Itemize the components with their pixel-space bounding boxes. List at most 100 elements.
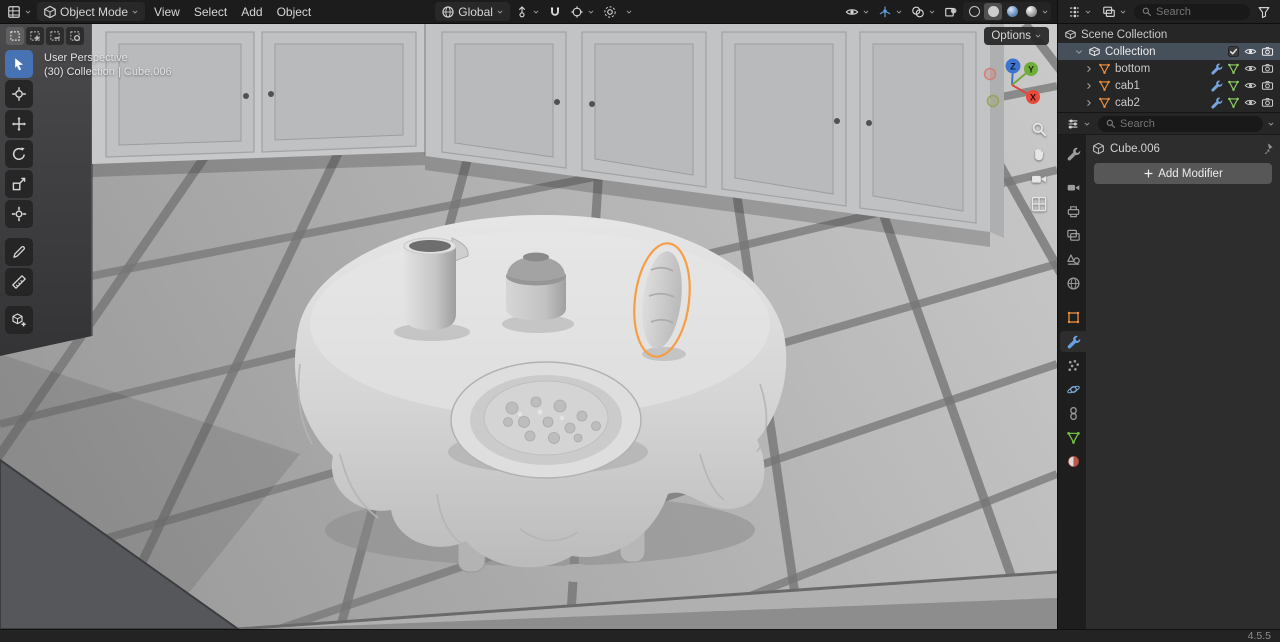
properties-body: Cube.006 Add Modifier [1058, 135, 1280, 629]
zoom-button[interactable] [1030, 120, 1048, 138]
select-box-tool[interactable] [5, 50, 33, 78]
viewport-3d[interactable]: Options User Perspective (30) Collection… [0, 24, 1057, 629]
tab-render[interactable] [1060, 177, 1086, 198]
orientation-dropdown[interactable]: Global [435, 2, 510, 21]
tab-view-layer[interactable] [1060, 225, 1086, 246]
camera-icon[interactable] [1261, 96, 1274, 109]
show-gizmo-toggle[interactable] [875, 2, 906, 21]
snap-settings-dropdown[interactable] [567, 2, 598, 21]
tab-material[interactable] [1060, 451, 1086, 472]
mesh-data-icon[interactable] [1227, 79, 1240, 92]
chevron-right-icon[interactable] [1084, 64, 1094, 74]
xray-toggle[interactable] [941, 2, 961, 21]
transform-settings: Global [435, 2, 636, 21]
ortho-toggle-button[interactable] [1030, 195, 1048, 213]
eye-icon[interactable] [1244, 62, 1257, 75]
tab-scene[interactable] [1060, 249, 1086, 270]
outliner-search[interactable] [1134, 3, 1250, 20]
axis-neg-x-ball[interactable] [983, 67, 997, 81]
transform-tool[interactable] [5, 200, 33, 228]
shading-rendered-button[interactable] [1022, 3, 1040, 20]
outliner-row-collection[interactable]: Collection [1058, 43, 1280, 60]
pivot-point-dropdown[interactable] [512, 2, 543, 21]
outliner-filter-button[interactable] [1254, 2, 1274, 21]
camera-icon[interactable] [1261, 45, 1274, 58]
constraints-chain-icon [1066, 406, 1081, 421]
properties-editor-type-button[interactable] [1063, 114, 1094, 133]
camera-icon[interactable] [1261, 62, 1274, 75]
properties-search-input[interactable] [1120, 117, 1256, 130]
scale-tool[interactable] [5, 170, 33, 198]
menu-view[interactable]: View [147, 5, 187, 19]
object-label: bottom [1115, 62, 1151, 75]
axis-x-ball[interactable]: X [1026, 90, 1040, 104]
outliner-row-object[interactable]: cab1 [1058, 77, 1280, 94]
pin-icon[interactable] [1261, 142, 1274, 155]
tab-tool[interactable] [1060, 143, 1086, 164]
tab-particles[interactable] [1060, 355, 1086, 376]
mesh-data-icon[interactable] [1227, 62, 1240, 75]
tab-constraints[interactable] [1060, 403, 1086, 424]
show-overlays-toggle[interactable] [908, 2, 939, 21]
outliner-row-object[interactable]: bottom [1058, 60, 1280, 77]
camera-view-button[interactable] [1030, 170, 1048, 188]
menu-object[interactable]: Object [270, 5, 319, 19]
editor-type-button[interactable] [4, 2, 35, 21]
menu-add[interactable]: Add [234, 5, 269, 19]
measure-tool[interactable] [5, 268, 33, 296]
chevron-down-icon[interactable] [1074, 47, 1084, 57]
select-mode-new-button[interactable] [6, 27, 24, 45]
select-mode-subtract-button[interactable] [46, 27, 64, 45]
axis-z-ball[interactable]: Z [1005, 58, 1021, 74]
shading-solid-button[interactable] [984, 3, 1002, 20]
camera-icon[interactable] [1261, 79, 1274, 92]
eye-icon[interactable] [1244, 79, 1257, 92]
material-sphere-icon [1066, 454, 1081, 469]
tab-output[interactable] [1060, 201, 1086, 222]
rotate-tool[interactable] [5, 140, 33, 168]
chevron-right-icon[interactable] [1084, 98, 1094, 108]
mode-dropdown[interactable]: Object Mode [37, 2, 146, 21]
falloff-dropdown[interactable] [622, 2, 636, 21]
properties-editor-icon [1066, 117, 1080, 131]
eye-icon[interactable] [1244, 45, 1257, 58]
chevron-right-icon[interactable] [1084, 81, 1094, 91]
checkbox-icon[interactable] [1227, 45, 1240, 58]
outliner-display-mode-dropdown[interactable] [1099, 2, 1130, 21]
tab-object-data[interactable] [1060, 427, 1086, 448]
cursor-tool[interactable] [5, 80, 33, 108]
eye-icon[interactable] [1244, 96, 1257, 109]
add-modifier-button[interactable]: Add Modifier [1094, 163, 1272, 184]
outliner-row-scene-collection[interactable]: Scene Collection [1058, 26, 1280, 43]
axis-neg-y-ball[interactable] [986, 94, 1000, 108]
shading-material-button[interactable] [1003, 3, 1021, 20]
modifier-wrench-icon[interactable] [1210, 62, 1223, 75]
shading-wireframe-button[interactable] [965, 3, 983, 20]
tab-modifiers[interactable] [1060, 331, 1086, 352]
mesh-data-icon[interactable] [1227, 96, 1240, 109]
outliner-search-input[interactable] [1156, 5, 1243, 18]
modifier-wrench-icon[interactable] [1210, 79, 1223, 92]
visibility-dropdown[interactable] [842, 2, 873, 21]
snap-toggle[interactable] [545, 2, 565, 21]
properties-search[interactable] [1098, 115, 1263, 132]
modifier-wrench-icon[interactable] [1210, 96, 1223, 109]
move-tool[interactable] [5, 110, 33, 138]
menu-select[interactable]: Select [187, 5, 234, 19]
tab-object[interactable] [1060, 307, 1086, 328]
select-mode-extend-button[interactable] [26, 27, 44, 45]
add-cube-tool[interactable] [5, 306, 33, 334]
tab-world[interactable] [1060, 273, 1086, 294]
axis-y-ball[interactable]: Y [1024, 62, 1038, 76]
tool-options-button[interactable]: Options [984, 27, 1049, 45]
outliner-row-object[interactable]: cab2 [1058, 94, 1280, 111]
proportional-editing-toggle[interactable] [600, 2, 620, 21]
chevron-down-icon[interactable] [1267, 120, 1275, 128]
select-mode-intersect-button[interactable] [66, 27, 84, 45]
tab-physics[interactable] [1060, 379, 1086, 400]
pan-hand-button[interactable] [1030, 145, 1048, 163]
annotate-tool[interactable] [5, 238, 33, 266]
viewport-canvas[interactable] [0, 24, 1057, 629]
navigation-gizmo[interactable]: Z Y X [978, 56, 1052, 116]
outliner-editor-type-button[interactable] [1064, 2, 1095, 21]
